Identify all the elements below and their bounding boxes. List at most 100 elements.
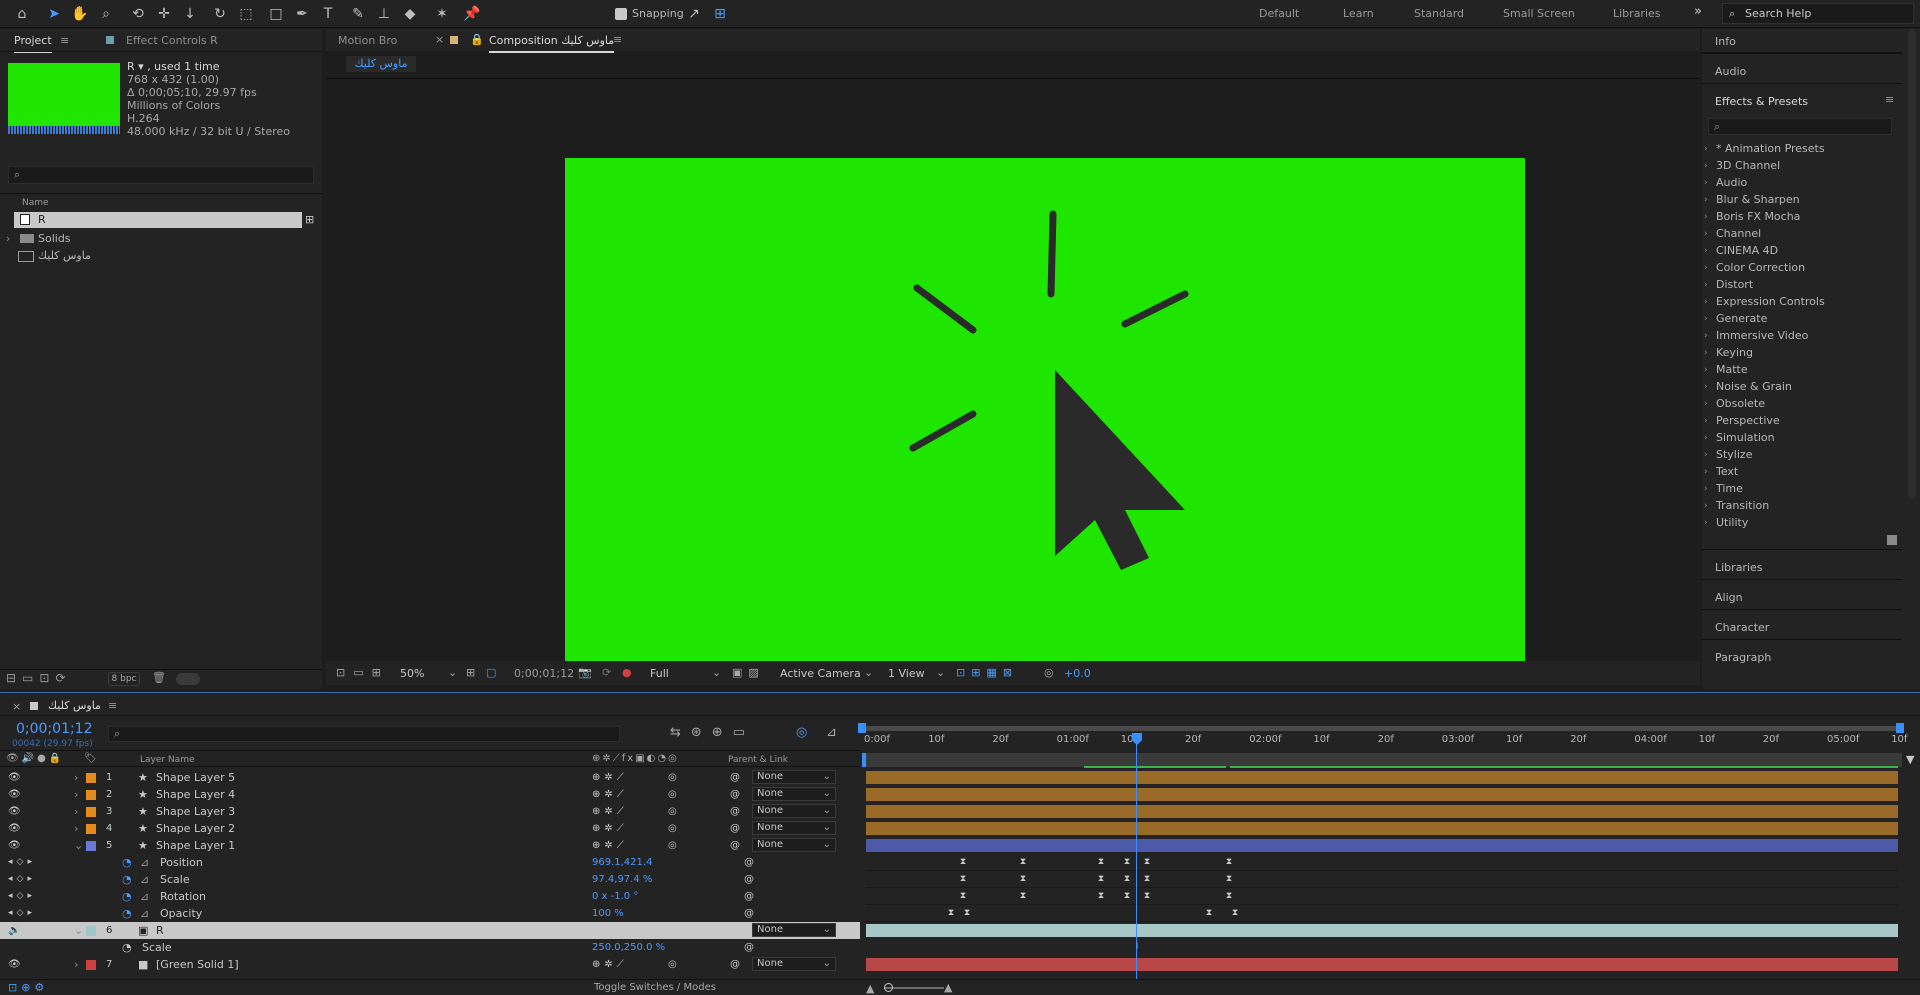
- parent-select[interactable]: None ⌄: [752, 770, 836, 784]
- timecode-display[interactable]: 0;00;01;12: [514, 667, 574, 680]
- effects-category-item[interactable]: › Distort: [1704, 278, 1753, 292]
- keyframe-icon[interactable]: I: [1132, 942, 1142, 952]
- chevron-right-icon[interactable]: ›: [1704, 176, 1708, 190]
- pick-whip-icon[interactable]: @: [730, 820, 740, 837]
- layer-row[interactable]: 👁 › 1 ★ Shape Layer 5 ⊕✲⟋ ◎ @ None ⌄: [0, 769, 860, 786]
- chevron-right-icon[interactable]: ›: [74, 769, 78, 786]
- chevron-right-icon[interactable]: ›: [1704, 159, 1708, 173]
- exposure-value[interactable]: +0.0: [1064, 667, 1091, 680]
- transparency-grid-icon[interactable]: ▣▨: [732, 666, 765, 679]
- effects-category-item[interactable]: › Time: [1704, 482, 1743, 496]
- libraries-panel-title[interactable]: Libraries: [1715, 561, 1763, 574]
- layer-switches[interactable]: ⊕✲⟋: [592, 820, 628, 837]
- workspace-small-screen[interactable]: Small Screen: [1503, 7, 1575, 20]
- label-color-swatch[interactable]: [86, 790, 96, 800]
- parent-select[interactable]: None ⌄: [752, 804, 836, 818]
- pick-whip-icon[interactable]: @: [744, 871, 754, 888]
- property-value[interactable]: 0 x -1.0 °: [592, 888, 638, 905]
- visibility-eye-icon[interactable]: 👁: [8, 769, 21, 786]
- show-snapshot-icon[interactable]: ⟳: [602, 666, 611, 679]
- work-area-range[interactable]: [862, 753, 1902, 767]
- property-value[interactable]: 100 %: [592, 905, 624, 922]
- property-value[interactable]: 97.4,97.4 %: [592, 871, 652, 888]
- rectangle-tool-icon[interactable]: □: [266, 4, 286, 24]
- layer-switches[interactable]: ⊕✲⟋: [592, 956, 628, 973]
- property-row[interactable]: ◂◇▸ ◔ ⊿ Scale 97.4,97.4 % @: [0, 871, 860, 888]
- stopwatch-icon[interactable]: ◔: [122, 854, 132, 871]
- puppet-tool-icon[interactable]: 📌: [462, 4, 482, 24]
- work-area-end[interactable]: [1896, 723, 1904, 733]
- keyframe-icon[interactable]: ⧗: [1224, 874, 1234, 884]
- chevron-right-icon[interactable]: ›: [1704, 227, 1708, 241]
- audio-switch-icon[interactable]: 🔊: [8, 922, 20, 939]
- camera-icon[interactable]: 📷: [578, 666, 592, 679]
- effects-search-input[interactable]: ⌕: [1708, 118, 1892, 135]
- item-dropdown-icon[interactable]: ▾: [138, 60, 144, 73]
- roto-brush-icon[interactable]: ✶: [432, 4, 452, 24]
- layer-switches[interactable]: ⊕✲⟋: [592, 803, 628, 820]
- effects-category-item[interactable]: › Generate: [1704, 312, 1767, 326]
- timeline-switch-icons[interactable]: ⇆⊛⊕▭: [670, 725, 755, 740]
- keyframe-icon[interactable]: ⧗: [946, 908, 956, 918]
- keyframe-icon[interactable]: ⧗: [1142, 857, 1152, 867]
- chevron-down-icon[interactable]: ⌄: [74, 922, 83, 939]
- effects-category-item[interactable]: › Utility: [1704, 516, 1748, 530]
- more-workspaces-icon[interactable]: »: [1694, 4, 1702, 19]
- character-panel-title[interactable]: Character: [1715, 621, 1769, 634]
- comp-subtab[interactable]: ماوس كليك: [346, 56, 416, 72]
- close-icon[interactable]: ×: [12, 700, 21, 713]
- audio-panel-title[interactable]: Audio: [1715, 65, 1746, 78]
- layer-track-bar[interactable]: [866, 839, 1898, 852]
- snapping-checkbox[interactable]: [615, 8, 627, 20]
- chevron-right-icon[interactable]: ›: [1704, 261, 1708, 275]
- chevron-right-icon[interactable]: ›: [1704, 312, 1708, 326]
- layer-row[interactable]: 👁 › 3 ★ Shape Layer 3 ⊕✲⟋ ◎ @ None ⌄: [0, 803, 860, 820]
- layer-track-bar[interactable]: [866, 788, 1898, 801]
- keyframe-icon[interactable]: ⧗: [958, 874, 968, 884]
- chevron-down-icon[interactable]: ⌄: [823, 924, 831, 936]
- keyframe-nav-icons[interactable]: ◂◇▸: [8, 854, 36, 871]
- zoom-slider-thumb[interactable]: [884, 983, 893, 992]
- workspace-libraries[interactable]: Libraries: [1613, 7, 1661, 20]
- keyframe-icon[interactable]: ⧗: [1142, 874, 1152, 884]
- reset-exposure-icon[interactable]: ◎: [1044, 666, 1054, 679]
- chevron-right-icon[interactable]: ›: [74, 786, 78, 803]
- snap-option-icon[interactable]: ↗: [684, 4, 704, 24]
- layer-name[interactable]: Shape Layer 2: [156, 820, 235, 837]
- property-row[interactable]: ◔ Scale 250.0,250.0 % @: [0, 939, 860, 956]
- pick-whip-icon[interactable]: @: [730, 837, 740, 854]
- scrollbar[interactable]: [1908, 29, 1916, 499]
- chevron-down-icon[interactable]: ⌄: [823, 771, 831, 783]
- visibility-eye-icon[interactable]: 👁: [8, 803, 21, 820]
- visibility-eye-icon[interactable]: 👁: [8, 956, 21, 973]
- layer-switches[interactable]: ⊕✲⟋: [592, 922, 628, 939]
- label-color-swatch[interactable]: [86, 807, 96, 817]
- pick-whip-icon[interactable]: @: [730, 956, 740, 973]
- keyframe-icon[interactable]: ⧗: [1122, 857, 1132, 867]
- pick-whip-icon[interactable]: @: [744, 905, 754, 922]
- effects-category-item[interactable]: › Noise & Grain: [1704, 380, 1792, 394]
- timeline-comp-tab[interactable]: ماوس كليك: [48, 699, 101, 712]
- effects-category-item[interactable]: › Matte: [1704, 363, 1748, 377]
- keyframe-icon[interactable]: ⧗: [1018, 874, 1028, 884]
- parent-select[interactable]: None ⌄: [752, 821, 836, 835]
- keyframe-icon[interactable]: ⧗: [1018, 857, 1028, 867]
- layer-row[interactable]: 🔊 ⌄ 6 ▣ R ⊕✲⟋ ◎ @ None ⌄: [0, 922, 860, 939]
- layer-row[interactable]: 👁 › 2 ★ Shape Layer 4 ⊕✲⟋ ◎ @ None ⌄: [0, 786, 860, 803]
- layer-track-bar[interactable]: [866, 805, 1898, 818]
- comp-viewer[interactable]: [565, 158, 1525, 661]
- layer-track-bar[interactable]: [866, 924, 1898, 937]
- keyframe-icon[interactable]: ⧗: [1096, 857, 1106, 867]
- list-item[interactable]: › Solids: [6, 231, 304, 247]
- dolly-tool-icon[interactable]: ↓: [180, 4, 200, 24]
- paragraph-panel-title[interactable]: Paragraph: [1715, 651, 1771, 664]
- column-name[interactable]: Name: [22, 198, 49, 208]
- work-area-start[interactable]: [858, 723, 866, 733]
- motion-blur-switch[interactable]: ◎: [668, 922, 677, 939]
- visibility-eye-icon[interactable]: 👁: [8, 820, 21, 837]
- layer-row[interactable]: 👁 › 7 ■ [Green Solid 1] ⊕✲⟋ ◎ @ None ⌄: [0, 956, 860, 973]
- layer-name[interactable]: Shape Layer 4: [156, 786, 235, 803]
- timeline-search-input[interactable]: ⌕: [108, 726, 620, 742]
- layer-switches[interactable]: ⊕✲⟋: [592, 786, 628, 803]
- motion-blur-switch[interactable]: ◎: [668, 769, 677, 786]
